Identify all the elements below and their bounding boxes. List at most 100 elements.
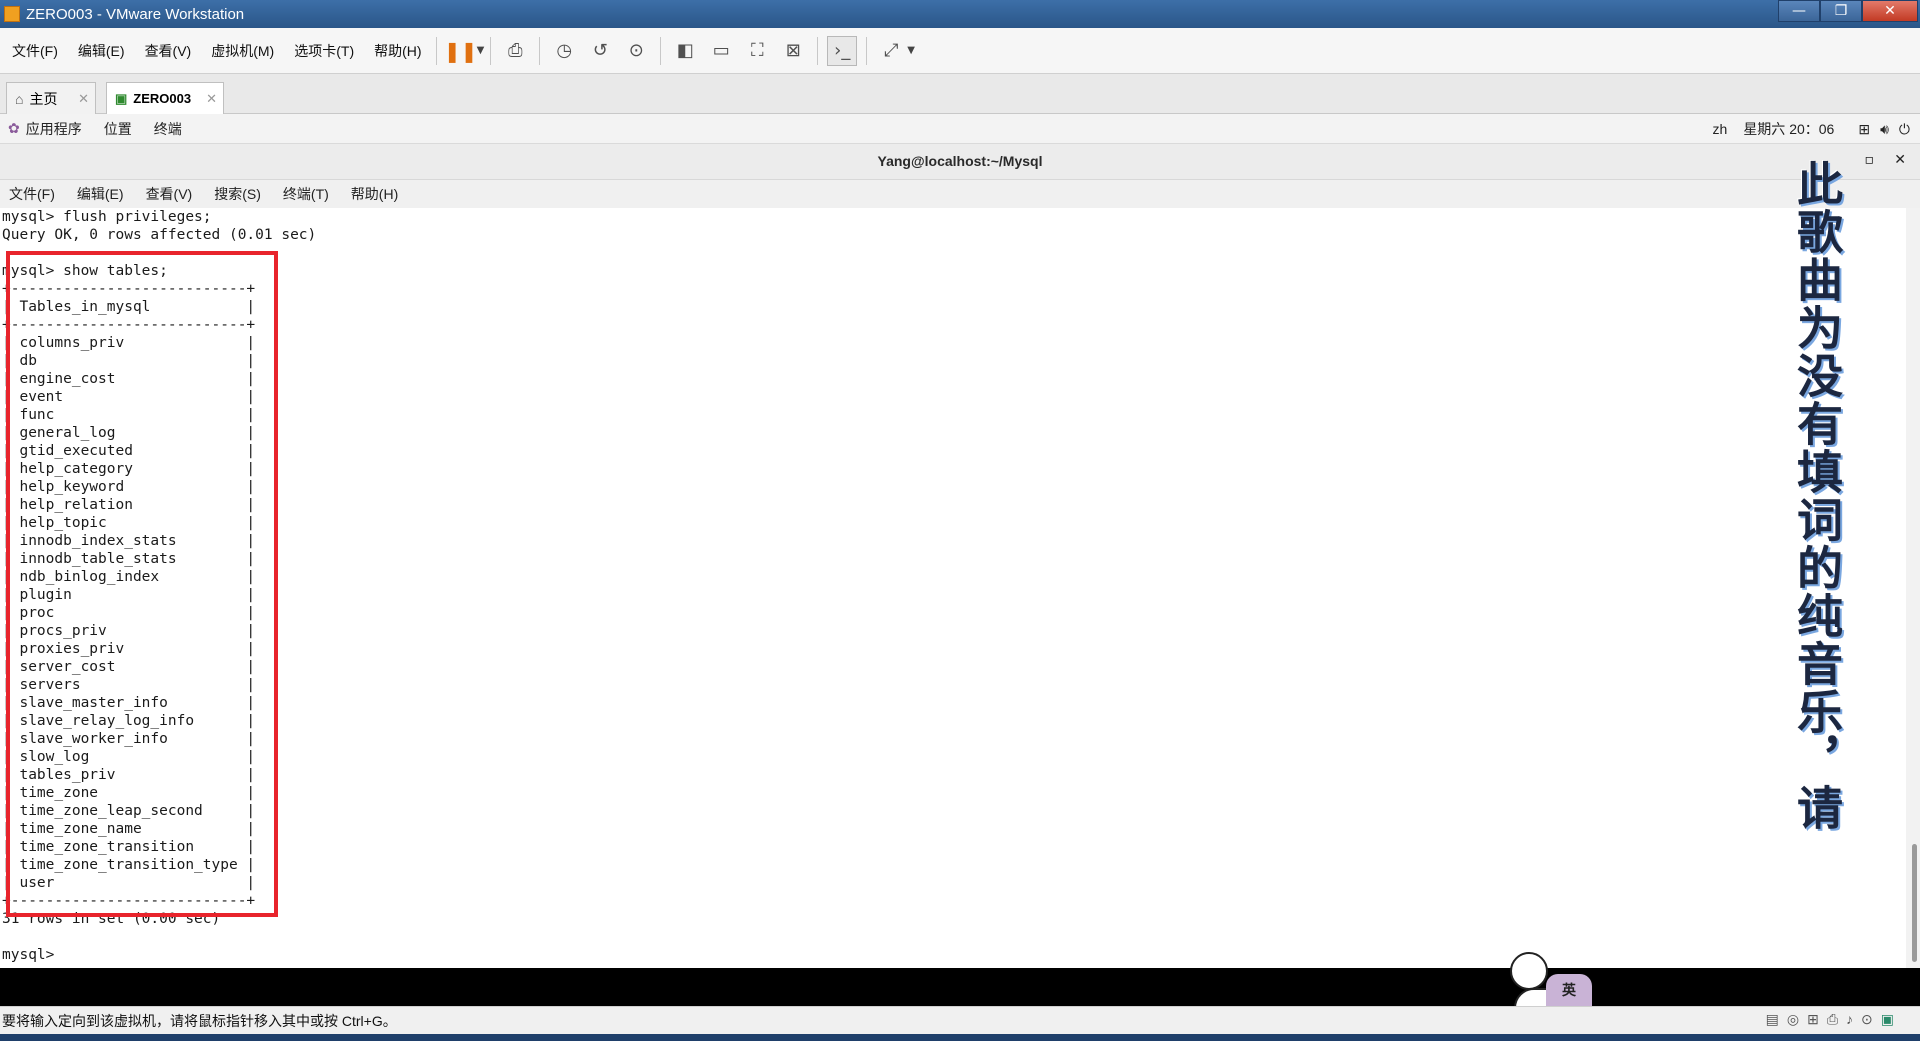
terminal-line: | Tables_in_mysql |	[2, 299, 256, 315]
clock[interactable]: 星期六 20：06	[1743, 119, 1834, 139]
terminal-menu-edit[interactable]: 编辑(E)	[77, 184, 124, 204]
terminal-line: +---------------------------+	[2, 893, 256, 909]
minimize-button[interactable]: —	[1778, 0, 1820, 22]
lyrics-overlay: 此歌曲为没有填词的纯音乐，请您	[1790, 160, 1844, 832]
menu-help[interactable]: 帮助(H)	[366, 41, 429, 61]
terminal-maximize-icon[interactable]: ▫	[1865, 152, 1875, 168]
window-controls: — ❐ ✕	[1778, 0, 1918, 22]
menu-vm[interactable]: 虚拟机(M)	[203, 41, 282, 61]
terminal-line: | engine_cost |	[2, 371, 256, 387]
terminal-line: | innodb_index_stats |	[2, 533, 256, 549]
message-icon[interactable]: ▣	[1881, 1011, 1894, 1028]
terminal-scrollbar[interactable]	[1906, 208, 1920, 968]
terminal-menu-file[interactable]: 文件(F)	[9, 184, 55, 204]
pause-icon[interactable]: ❚❚	[444, 36, 478, 66]
terminal-titlebar: Yang@localhost:~/Mysql ▫ ✕	[0, 144, 1920, 180]
terminal-line: | proxies_priv |	[2, 641, 256, 657]
panel-status-area: zh 星期六 20：06 ⊞ 🔊︎ ⏻	[1697, 114, 1910, 144]
network-adapter-icon[interactable]: ⊞	[1807, 1011, 1819, 1028]
menu-view[interactable]: 查看(V)	[137, 41, 200, 61]
terminal-line: | time_zone_leap_second |	[2, 803, 256, 819]
sidebar-view-icon[interactable]: ◧	[670, 36, 700, 66]
panel-places[interactable]: 位置	[104, 119, 132, 139]
terminal-line: | event |	[2, 389, 256, 405]
terminal-line: 31 rows in set (0.00 sec)	[2, 911, 221, 927]
terminal-line: | slave_relay_log_info |	[2, 713, 256, 729]
toolbar-separator	[490, 36, 492, 65]
terminal-line: | plugin |	[2, 587, 256, 603]
menu-file[interactable]: 文件(F)	[4, 41, 66, 61]
window-title: ZERO003 - VMware Workstation	[26, 5, 245, 23]
terminal-line: | user |	[2, 875, 256, 891]
window-titlebar: ZERO003 - VMware Workstation — ❐ ✕	[0, 0, 1920, 28]
terminal-line: mysql>	[2, 947, 64, 963]
menu-tabs[interactable]: 选项卡(T)	[286, 41, 362, 61]
tab-vm[interactable]: ▣ ZERO003 ✕	[106, 82, 224, 114]
volume-icon[interactable]: 🔊︎	[1880, 121, 1889, 138]
device-icons: ▤ ◎ ⊞ ⎙ ♪ ⊙ ▣	[1758, 1011, 1894, 1028]
toolbar-separator	[539, 36, 541, 65]
terminal-line: | general_log |	[2, 425, 256, 441]
terminal-line: | help_topic |	[2, 515, 256, 531]
terminal-title: Yang@localhost:~/Mysql	[877, 153, 1043, 169]
terminal-line: | help_keyword |	[2, 479, 256, 495]
thumbnail-view-icon[interactable]: ▭	[706, 36, 736, 66]
terminal-line: | time_zone |	[2, 785, 256, 801]
close-icon[interactable]: ✕	[206, 91, 217, 107]
chevron-down-icon[interactable]: ▼	[907, 45, 915, 56]
terminal-line: | slave_worker_info |	[2, 731, 256, 747]
snapshot-icon[interactable]: ◷	[549, 36, 579, 66]
terminal-line: | servers |	[2, 677, 256, 693]
terminal-line: | gtid_executed |	[2, 443, 256, 459]
vm-icon: ▣	[115, 90, 128, 106]
tab-bar: ⌂ 主页 ✕ ▣ ZERO003 ✕	[0, 74, 1920, 114]
terminal-menu-search[interactable]: 搜索(S)	[214, 184, 261, 204]
terminal-line: | proc |	[2, 605, 256, 621]
guest-top-panel: ✿ 应用程序 位置 终端 zh 星期六 20：06 ⊞ 🔊︎ ⏻	[0, 114, 1920, 144]
cdrom-icon[interactable]: ◎	[1787, 1011, 1799, 1028]
scrollbar-thumb[interactable]	[1912, 844, 1917, 962]
close-button[interactable]: ✕	[1862, 0, 1918, 22]
panel-applications[interactable]: 应用程序	[26, 119, 82, 139]
revert-snapshot-icon[interactable]: ↺	[585, 36, 615, 66]
terminal-line: | slow_log |	[2, 749, 256, 765]
terminal-line: | time_zone_name |	[2, 821, 256, 837]
fullscreen-icon[interactable]: ⛶	[742, 36, 772, 66]
stretch-icon[interactable]: ⤢	[876, 36, 906, 66]
terminal-output[interactable]: mysql> flush privileges; Query OK, 0 rows…	[0, 208, 1906, 968]
terminal-line: | innodb_table_stats |	[2, 551, 256, 567]
input-method-indicator[interactable]: zh	[1713, 121, 1728, 137]
sound-icon[interactable]: ♪	[1846, 1011, 1853, 1028]
hdd-icon[interactable]: ▤	[1766, 1011, 1779, 1028]
host-taskbar	[0, 1034, 1920, 1041]
unity-icon[interactable]: ⊠	[778, 36, 808, 66]
menu-edit[interactable]: 编辑(E)	[70, 41, 133, 61]
terminal-menu-help[interactable]: 帮助(H)	[351, 184, 398, 204]
terminal-menu-view[interactable]: 查看(V)	[146, 184, 193, 204]
terminal-close-icon[interactable]: ✕	[1894, 152, 1906, 168]
terminal-line: +---------------------------+	[2, 281, 256, 297]
terminal-line: +---------------------------+	[2, 317, 256, 333]
terminal-menubar: 文件(F) 编辑(E) 查看(V) 搜索(S) 终端(T) 帮助(H)	[0, 180, 1920, 208]
terminal-line: | func |	[2, 407, 256, 423]
printer-icon[interactable]: ⎙	[1827, 1011, 1838, 1028]
network-icon[interactable]: ⊞	[1858, 121, 1870, 138]
usb-icon[interactable]: ⊙	[1861, 1011, 1873, 1028]
close-icon[interactable]: ✕	[78, 91, 89, 107]
panel-terminal[interactable]: 终端	[154, 119, 182, 139]
snapshot-manager-icon[interactable]: ⊙	[621, 36, 651, 66]
terminal-line: Query OK, 0 rows affected (0.01 sec)	[2, 227, 317, 243]
tab-home[interactable]: ⌂ 主页 ✕	[6, 82, 96, 114]
toolbar-separator	[817, 36, 819, 65]
chevron-down-icon[interactable]: ▼	[477, 45, 485, 56]
power-icon[interactable]: ⏻	[1899, 121, 1910, 138]
terminal-menu-terminal[interactable]: 终端(T)	[283, 184, 329, 204]
vmware-menubar: 文件(F) 编辑(E) 查看(V) 虚拟机(M) 选项卡(T) 帮助(H) ❚❚…	[0, 28, 1920, 74]
send-ctrl-alt-del-icon[interactable]: ⎙	[500, 36, 530, 66]
tab-home-label: 主页	[29, 90, 58, 107]
console-view-icon[interactable]: ›_	[827, 35, 858, 66]
toolbar-separator	[660, 36, 662, 65]
maximize-button[interactable]: ❐	[1820, 0, 1862, 22]
terminal-line: | db |	[2, 353, 256, 369]
